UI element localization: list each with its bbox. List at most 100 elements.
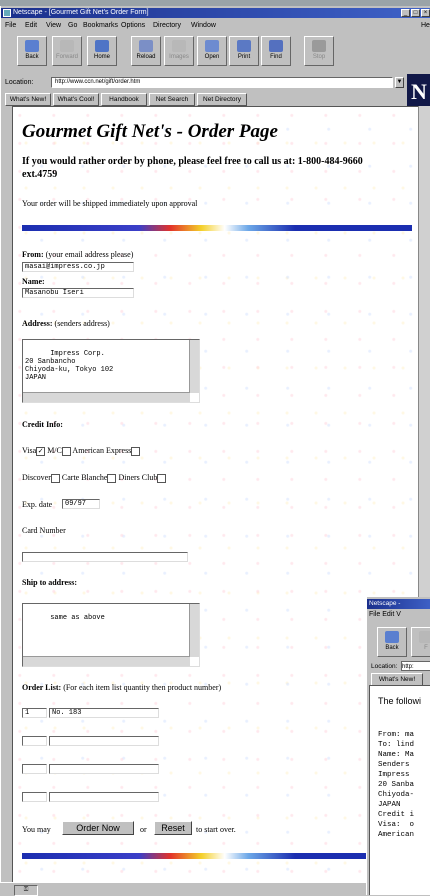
ship-horizontal-scrollbar[interactable] [23, 656, 190, 666]
back-button[interactable]: Back [17, 36, 47, 66]
menu-bookmarks[interactable]: Bookmarks [83, 22, 118, 29]
second-back-button[interactable]: Back [377, 627, 407, 657]
from-hint: (your email address please) [45, 250, 134, 259]
address-hint: (senders address) [54, 319, 110, 328]
whats-new-button[interactable]: What's New! [5, 93, 51, 106]
order-qty-3[interactable] [22, 764, 47, 774]
menu-options[interactable]: Options [121, 22, 145, 29]
close-button[interactable]: × [421, 9, 430, 17]
menu-help[interactable]: He [421, 22, 430, 29]
exp-date-field[interactable]: 09/97 [62, 499, 100, 509]
menu-window[interactable]: Window [191, 22, 216, 29]
minimize-button[interactable]: _ [401, 9, 410, 17]
second-window-menu[interactable]: File Edit V [369, 611, 401, 618]
stop-button[interactable]: Stop [304, 36, 334, 66]
carte-blanche-checkbox[interactable] [107, 473, 117, 483]
address-text: Impress Corp. 20 Sanbancho Chiyoda-ku, T… [25, 350, 114, 382]
ship-vertical-scrollbar[interactable] [189, 604, 199, 657]
menu-edit[interactable]: Edit [25, 22, 37, 29]
location-dropdown-icon[interactable]: ▼ [395, 77, 404, 88]
address-textarea[interactable]: Impress Corp. 20 Sanbancho Chiyoda-ku, T… [22, 339, 200, 403]
open-label: Open [204, 54, 220, 60]
order-qty-2[interactable] [22, 736, 47, 746]
second-forward-button[interactable]: F [411, 627, 430, 657]
ship-to-textarea[interactable]: same as above [22, 603, 200, 667]
card-number-field[interactable] [22, 552, 188, 562]
second-forward-label: F [424, 645, 428, 651]
mc-checkbox[interactable] [61, 446, 71, 456]
mc-label: M/C [47, 446, 62, 455]
home-button[interactable]: Home [87, 36, 117, 66]
net-search-button[interactable]: Net Search [149, 93, 195, 106]
discover-checkbox[interactable] [50, 473, 60, 483]
visa-checkbox[interactable]: ✓ [36, 446, 46, 456]
reload-icon [139, 40, 153, 52]
netscape-logo[interactable]: N [407, 74, 430, 110]
title-bar[interactable]: Netscape - [Gourmet Gift Net's Order For… [1, 8, 430, 18]
reset-button[interactable]: Reset [154, 821, 192, 835]
address-label: Address: [22, 319, 53, 328]
toolbar: Back Forward Home Reload Images Open Pri… [1, 34, 430, 72]
address-row: Address: (senders address) [22, 319, 110, 328]
print-button[interactable]: Print [229, 36, 259, 66]
shipped-note: Your order will be shipped immediately u… [22, 199, 198, 208]
back-label: Back [25, 54, 39, 60]
images-button[interactable]: Images [164, 36, 194, 66]
name-label: Name: [22, 277, 45, 286]
diners-club-checkbox[interactable] [157, 473, 167, 483]
find-icon [269, 40, 283, 52]
handbook-button[interactable]: Handbook [101, 93, 147, 106]
name-field[interactable]: Masanobu Iseri [22, 288, 134, 298]
order-product-2[interactable] [49, 736, 159, 746]
menu-go[interactable]: Go [68, 22, 77, 29]
order-product-3[interactable] [49, 764, 159, 774]
exp-date-label: Exp. date [22, 500, 53, 509]
find-button[interactable]: Find [261, 36, 291, 66]
reload-label: Reload [136, 54, 156, 60]
address-vertical-scrollbar[interactable] [189, 340, 199, 393]
second-location-input[interactable]: http: [401, 661, 430, 671]
amex-label: American Express [72, 446, 132, 455]
print-icon [237, 40, 251, 52]
second-window-order-summary: From: ma To: lind Name: Ma Senders Impre… [378, 731, 415, 839]
address-horizontal-scrollbar[interactable] [23, 392, 190, 402]
credit-info-label: Credit Info: [22, 420, 63, 429]
menu-view[interactable]: View [46, 22, 61, 29]
back-arrow-icon [25, 40, 39, 52]
whats-cool-button[interactable]: What's Cool! [53, 93, 99, 106]
order-now-button[interactable]: Order Now [62, 821, 134, 835]
location-input[interactable]: http://www.ccn.net/gift/order.htm [51, 77, 393, 88]
page-vertical-scrollbar[interactable] [418, 106, 430, 597]
forward-button[interactable]: Forward [52, 36, 82, 66]
amex-checkbox[interactable] [131, 446, 141, 456]
netscape-app-icon [3, 9, 11, 17]
phone-order-text: If you would rather order by phone, plea… [22, 156, 363, 180]
open-button[interactable]: Open [197, 36, 227, 66]
images-icon [172, 40, 186, 52]
visa-label: Visa [22, 446, 37, 455]
stop-icon [312, 40, 326, 52]
rainbow-divider [22, 225, 412, 231]
order-product-1[interactable]: No. 183 [49, 708, 159, 718]
order-qty-4[interactable] [22, 792, 47, 802]
menu-file[interactable]: File [5, 22, 16, 29]
home-icon [95, 40, 109, 52]
print-label: Print [237, 54, 251, 60]
card-type-row-2: Discover Carte Blanche Diners Club [22, 473, 167, 483]
net-directory-button[interactable]: Net Directory [197, 93, 247, 106]
order-qty-1[interactable]: 1 [22, 708, 47, 718]
order-list-row: Order List: (For each item list quantity… [22, 683, 221, 692]
forward-label: Forward [55, 54, 78, 60]
find-label: Find [270, 54, 282, 60]
order-product-4[interactable] [49, 792, 159, 802]
from-label: From: [22, 250, 44, 259]
back-arrow-icon [385, 631, 399, 643]
second-browser-window[interactable]: Netscape - File Edit V Back F Location: … [366, 597, 430, 895]
maximize-button[interactable]: □ [411, 9, 420, 17]
reload-button[interactable]: Reload [131, 36, 161, 66]
bottom-rainbow-divider [22, 853, 412, 859]
card-number-label: Card Number [22, 526, 66, 535]
email-field[interactable]: masai@impress.co.jp [22, 262, 134, 272]
menu-directory[interactable]: Directory [153, 22, 181, 29]
home-label: Home [93, 54, 110, 60]
